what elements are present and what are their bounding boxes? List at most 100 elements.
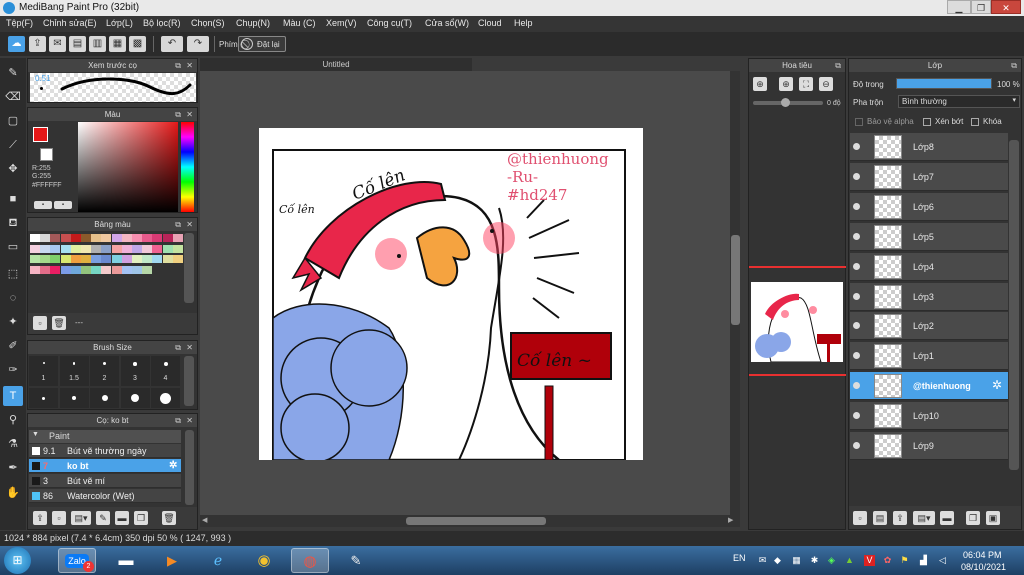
select-pen-tool-icon[interactable]: ✐ [3,336,23,356]
undock-icon[interactable]: ⧉ [835,59,841,72]
gradient-tool-icon[interactable]: ▭ [3,237,23,257]
navigator-preview-frame[interactable] [749,266,846,376]
text-tool-icon[interactable]: T [3,386,23,406]
new-layer-2-icon[interactable]: ▤ [873,511,887,525]
color-saturation-field[interactable] [78,122,178,212]
line-tool-icon[interactable]: ⟋ [3,135,23,155]
tray-bluetooth-icon[interactable]: ✱ [809,555,820,566]
secondary-color-swatch[interactable] [40,148,53,161]
tray-printer-icon[interactable]: ▦ [791,555,802,566]
palette-swatch[interactable] [60,244,71,253]
minimize-button[interactable]: ▁ [947,0,971,14]
palette-swatch[interactable] [91,255,102,263]
palette-swatch[interactable] [70,244,81,253]
palette-swatch[interactable] [152,244,163,253]
brush-size-option[interactable] [29,388,58,408]
close-panel-icon[interactable]: ✕ [186,341,193,354]
new-palette-icon[interactable]: ▫ [33,316,47,330]
brush-add-icon[interactable]: ⇪ [33,511,47,525]
palette-swatch[interactable] [81,265,91,274]
canvas-tab[interactable]: Untitled [200,58,472,71]
palette-swatch[interactable] [162,255,173,263]
close-panel-icon[interactable]: ✕ [186,108,193,121]
menu-snap[interactable]: Chụp(N) [236,18,270,28]
layer-item[interactable]: Lớp1 [850,342,1008,371]
taskbar-chrome-icon[interactable]: ◉ [245,548,283,573]
palette-swatch[interactable] [121,255,132,263]
maximize-button[interactable]: ❐ [971,0,991,14]
start-button[interactable]: ⊞ [4,547,31,574]
zoom-in-2-icon[interactable]: ⊕ [779,77,793,91]
palette-swatch[interactable] [111,255,122,263]
clock-date[interactable]: 08/10/2021 [961,562,1006,572]
brush-folder-icon[interactable]: ▬ [115,511,129,525]
brush-size-option[interactable]: 2 [90,356,119,386]
palette-swatch[interactable] [70,255,81,263]
tray-chat-icon[interactable]: ✉ [757,555,768,566]
bucket-tool-icon[interactable]: ⛾ [3,213,23,233]
grid-icon[interactable]: ▩ [129,36,146,52]
undock-icon[interactable]: ⧉ [1011,59,1017,72]
magic-wand-tool-icon[interactable]: ✦ [3,312,23,332]
palette-swatch[interactable] [30,265,40,274]
brush-duplicate-icon[interactable]: ❐ [134,511,148,525]
brush-group-header[interactable]: ▼ Paint [29,430,181,443]
layer-visibility-icon[interactable] [853,292,860,300]
brush-list-scrollbar[interactable] [185,430,194,505]
clock-time[interactable]: 06:04 PM [963,550,1002,560]
layer-item[interactable]: Lớp3 [850,282,1008,311]
canvas-horizontal-scrollbar[interactable]: ◀ ▶ [200,515,740,527]
tray-security-icon[interactable]: ⚑ [899,555,910,566]
palette-swatch[interactable] [132,234,142,242]
reset-button[interactable]: ⃠ Đặt lại [238,36,286,52]
language-indicator[interactable]: EN [733,553,746,563]
brush-item[interactable]: 9.1 Bút vẽ thường ngày [29,444,181,458]
palette-scrollbar[interactable] [184,233,194,303]
palette-swatch[interactable] [30,255,40,263]
palette-swatch[interactable] [30,234,40,242]
taskbar-paint-brush-icon[interactable]: ✎ [337,548,375,573]
layer-visibility-icon[interactable] [853,202,860,210]
palette-swatch[interactable] [172,255,183,263]
tray-color-icon[interactable]: ✿ [882,555,893,566]
tray-volume-icon[interactable]: ◁ [937,555,948,566]
close-panel-icon[interactable]: ✕ [186,59,193,72]
palette-swatch[interactable] [142,234,153,242]
layer-visibility-icon[interactable] [853,352,860,360]
lock-checkbox[interactable] [971,118,979,126]
taskbar-medibang-icon[interactable]: ◍ [291,548,329,573]
tray-vlc-icon[interactable]: V [864,555,875,566]
layer-copy-icon[interactable]: ❐ [966,511,980,525]
menu-edit[interactable]: Chỉnh sửa(E) [43,18,97,28]
layer-settings-gear-icon[interactable]: ✲ [992,378,1002,392]
canvas-vertical-scroll-thumb[interactable] [731,235,740,325]
undo-button[interactable]: ↶ [161,36,183,52]
layer-item-selected[interactable]: @thienhuong ✲ [850,372,1008,401]
brush-size-option[interactable] [120,388,150,408]
palette-swatch[interactable] [111,234,122,242]
undock-icon[interactable]: ⧉ [175,59,181,72]
brush-delete-icon[interactable]: 🗑 [162,511,176,525]
brush-size-scrollbar[interactable] [184,356,194,406]
document-icon[interactable]: ▥ [89,36,106,52]
layer-visibility-icon[interactable] [853,382,860,390]
brush-item[interactable]: 86 Watercolor (Wet) [29,489,181,503]
fill-tool-icon[interactable]: ■ [3,189,23,209]
palette-swatch[interactable] [60,255,71,263]
canvas-viewport[interactable]: Cố lên ~ Cố lên Cố lên @thienhuong -Ru- … [200,71,740,515]
opacity-slider[interactable] [896,78,992,89]
tray-app-icon[interactable]: ◆ [772,555,783,566]
close-button[interactable]: ✕ [991,0,1021,14]
brush-edit-icon[interactable]: ✎ [96,511,110,525]
dropper-tool-icon[interactable]: ⚗ [3,434,23,454]
canvas-artwork[interactable]: Cố lên ~ Cố lên Cố lên @thienhuong -Ru- … [259,128,643,460]
brush-size-option[interactable] [90,388,119,408]
fit-screen-icon[interactable]: ⛶ [799,77,813,91]
menu-select[interactable]: Chọn(S) [191,18,225,28]
brush-copy-icon[interactable]: ▤▾ [71,511,91,525]
brush-new-icon[interactable]: ▫ [52,511,66,525]
tray-signal-icon[interactable]: ▟ [918,555,929,566]
palette-swatch[interactable] [101,244,112,253]
taskbar-zalo-button[interactable]: Zalo 2 [58,548,96,573]
menu-help[interactable]: Help [514,18,533,28]
